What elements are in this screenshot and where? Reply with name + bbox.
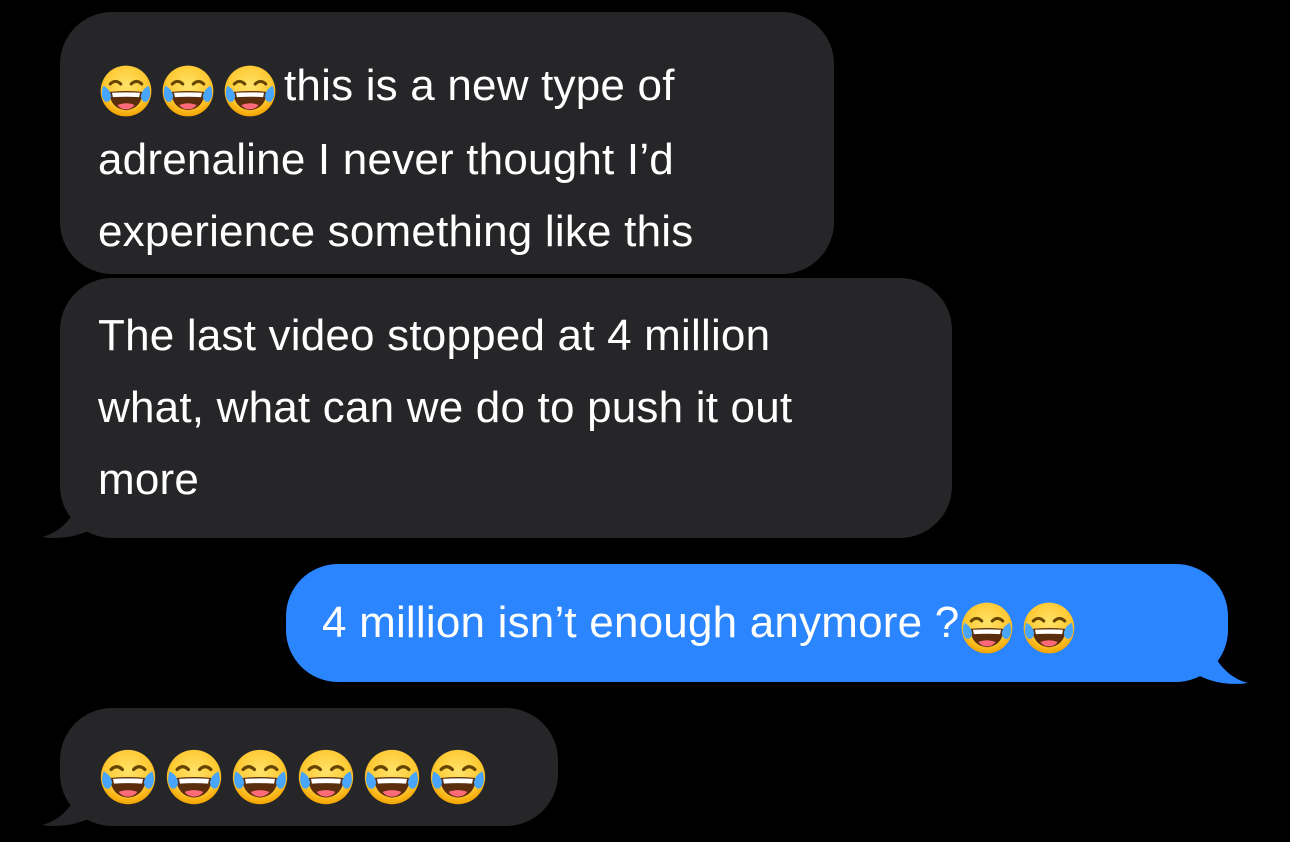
- message-bubble-outgoing-1[interactable]: 4 million isn’t enough anymore ?: [286, 564, 1228, 682]
- emoji-group: [959, 589, 1083, 661]
- message-line-3: more: [98, 455, 200, 504]
- message-bubble-incoming-3[interactable]: [60, 708, 558, 826]
- emoji-group: [98, 52, 284, 124]
- message-line-2: what, what can we do to push it out: [98, 383, 793, 432]
- message-line-3: experience something like this: [98, 207, 694, 257]
- emoji-group: [98, 738, 494, 810]
- message-text: this is a new type of: [284, 61, 675, 110]
- face-with-tears-of-joy-icon: [160, 63, 216, 119]
- message-line-1: The last video stopped at 4 million: [98, 311, 771, 360]
- face-with-tears-of-joy-icon: [230, 747, 290, 807]
- message-bubble-incoming-1[interactable]: this is a new type of adrenaline I never…: [60, 12, 834, 274]
- face-with-tears-of-joy-icon: [164, 747, 224, 807]
- face-with-tears-of-joy-icon: [1021, 600, 1077, 656]
- face-with-tears-of-joy-icon: [362, 747, 422, 807]
- message-line-1: this is a new type of: [98, 50, 834, 124]
- face-with-tears-of-joy-icon: [959, 600, 1015, 656]
- face-with-tears-of-joy-icon: [222, 63, 278, 119]
- bubble-tail-right: [1188, 636, 1248, 684]
- message-bubble-incoming-2[interactable]: The last video stopped at 4 million what…: [60, 278, 952, 538]
- face-with-tears-of-joy-icon: [98, 63, 154, 119]
- face-with-tears-of-joy-icon: [296, 747, 356, 807]
- bubble-tail-left: [42, 490, 102, 538]
- face-with-tears-of-joy-icon: [428, 747, 488, 807]
- message-text: 4 million isn’t enough anymore ?: [322, 598, 960, 647]
- message-line-2: adrenaline I never thought I’d: [98, 135, 674, 185]
- bubble-tail-left: [42, 778, 102, 826]
- face-with-tears-of-joy-icon: [98, 747, 158, 807]
- message-line-1: 4 million isn’t enough anymore ?: [322, 587, 1228, 661]
